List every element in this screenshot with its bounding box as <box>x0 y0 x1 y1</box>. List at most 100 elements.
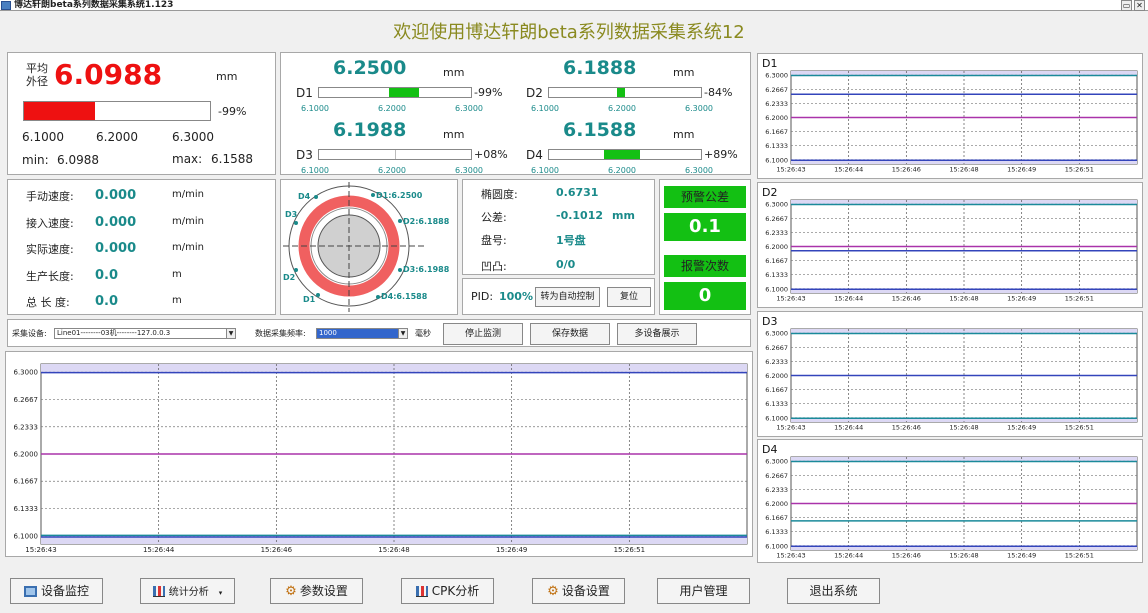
nav-button[interactable]: 设备监控 <box>10 578 103 604</box>
bottom-nav: 设备监控 统计分析 ▾ ⚙ 参数设置 CPK分析 ⚙ 设备设置 用户管理 退出系统 <box>0 568 1148 613</box>
sensor-d2-name: D2 <box>526 86 543 100</box>
ring-label-d2-value: D2:6.1888 <box>403 217 450 226</box>
y-tick-label: 6.2333 <box>765 229 788 237</box>
x-tick-label: 15:26:43 <box>25 546 56 554</box>
speed-unit: m/min <box>172 242 204 253</box>
speed-panel: 手动速度: 0.000 m/min 接入速度: 0.000 m/min 实际速度: 0.000… <box>7 179 276 315</box>
speed-label: 实际速度: <box>26 243 74 256</box>
pid-label: PID: <box>471 290 494 303</box>
x-tick-label: 15:26:49 <box>1007 424 1036 432</box>
x-tick-label: 15:26:43 <box>776 552 805 560</box>
x-tick-label: 15:26:43 <box>776 424 805 432</box>
sensor-d2-percent: -84% <box>704 86 733 99</box>
chart-title: D1 <box>762 57 777 70</box>
nav-button[interactable]: 用户管理 <box>657 578 750 604</box>
max-value: 6.1588 <box>211 152 253 166</box>
sensor-d1-tick: 6.2000 <box>378 104 406 113</box>
d1-trend-chart: 6.3000 6.2667 6.2333 6.2000 6.1667 6.1333 6.10… <box>762 57 1138 174</box>
sensor-d4-unit: mm <box>673 128 695 141</box>
avg-progress-bar <box>23 101 211 121</box>
gear-icon: ⚙ <box>285 583 297 599</box>
sensor-d4-value: 6.1588 <box>563 119 637 141</box>
y-tick-label: 6.1000 <box>765 542 788 550</box>
sensor-d1-percent: -99% <box>474 86 503 99</box>
avg-percent: -99% <box>218 105 247 118</box>
average-diameter-panel: 平均 外径 6.0988 mm -99% 6.1000 6.2000 6.300… <box>7 52 276 175</box>
sensor-panel: 6.2500 mm D1 -99% 6.1000 6.2000 6.3000 6.1888 mm… <box>280 52 751 175</box>
frequency-select[interactable]: 1000 <box>316 328 408 339</box>
speed-unit: m <box>172 295 182 306</box>
auto-control-button[interactable]: 转为自动控制 <box>535 287 600 307</box>
avg-unit: mm <box>216 70 238 83</box>
nav-button-label: CPK分析 <box>431 584 480 598</box>
nav-button[interactable]: 退出系统 <box>787 578 880 604</box>
warn-tolerance-label: 预警公差 <box>664 186 746 208</box>
speed-label: 总 长 度: <box>26 296 70 309</box>
x-tick-label: 15:26:44 <box>143 546 175 554</box>
control-row: 采集设备: Line01--------03机--------127.0.0.3… <box>7 319 751 347</box>
minimize-icon[interactable]: ▭ <box>1121 0 1132 11</box>
speed-value: 0.000 <box>95 241 137 256</box>
sensor-d3-unit: mm <box>443 128 465 141</box>
d3-trend-chart: 6.3000 6.2667 6.2333 6.2000 6.1667 6.1333 6.10… <box>762 315 1138 432</box>
speed-value: 0.000 <box>95 188 137 203</box>
y-tick-label: 6.1000 <box>765 156 788 164</box>
y-tick-label: 6.2667 <box>765 344 788 352</box>
frequency-dropdown-icon[interactable]: ▼ <box>398 329 407 338</box>
y-tick-label: 6.2000 <box>765 500 788 508</box>
ring-label-d4-value: D4:6.1588 <box>381 292 428 301</box>
x-tick-label: 15:26:44 <box>834 166 863 174</box>
reset-button[interactable]: 复位 <box>607 287 651 307</box>
y-tick-label: 6.2333 <box>765 486 788 494</box>
x-tick-label: 15:26:51 <box>1065 552 1094 560</box>
nav-button[interactable]: CPK分析 <box>401 578 494 604</box>
nav-button[interactable]: ⚙ 参数设置 <box>270 578 363 604</box>
x-tick-label: 15:26:51 <box>614 546 645 554</box>
y-tick-label: 6.1333 <box>765 271 788 279</box>
dent-value: 0/0 <box>556 258 576 271</box>
y-tick-label: 6.1333 <box>765 528 788 536</box>
alarm-count-value: 0 <box>664 282 746 310</box>
sensor-d4-tick: 6.2000 <box>608 166 636 175</box>
bar-chart-icon <box>415 586 428 597</box>
stop-monitor-button[interactable]: 停止监测 <box>443 323 523 345</box>
close-icon[interactable]: ✕ <box>1134 0 1145 11</box>
y-tick-label: 6.1333 <box>14 505 39 513</box>
avg-tick-2: 6.2000 <box>96 130 138 144</box>
nav-button[interactable]: 统计分析 ▾ <box>140 578 235 604</box>
x-tick-label: 15:26:51 <box>1065 295 1094 303</box>
sensor-d2-value: 6.1888 <box>563 57 637 79</box>
sensor-d3-percent: +08% <box>474 148 508 161</box>
frequency-unit: 毫秒 <box>415 329 431 338</box>
multi-device-button[interactable]: 多设备展示 <box>617 323 697 345</box>
alarm-panel: 预警公差 0.1 报警次数 0 <box>659 179 751 315</box>
device-dropdown-icon[interactable]: ▼ <box>226 329 235 338</box>
nav-button-label: 参数设置 <box>299 584 348 598</box>
ellipse-label: 椭圆度: <box>481 188 518 201</box>
dent-label: 凹凸: <box>481 260 507 273</box>
sensor-d4-tick: 6.3000 <box>685 166 713 175</box>
chart-title: D3 <box>762 315 777 328</box>
save-data-button[interactable]: 保存数据 <box>530 323 610 345</box>
device-select[interactable]: Line01--------03机--------127.0.0.3 <box>54 328 236 339</box>
x-tick-label: 15:26:48 <box>949 552 978 560</box>
dropdown-arrow-icon[interactable]: ▾ <box>219 589 223 597</box>
sensor-d1-unit: mm <box>443 66 465 79</box>
y-tick-label: 6.2667 <box>14 396 39 404</box>
disk-label: 盘号: <box>481 234 507 247</box>
d4-chart-panel: 6.3000 6.2667 6.2333 6.2000 6.1667 6.1333 6.10… <box>757 439 1143 563</box>
sensor-d2-unit: mm <box>673 66 695 79</box>
alarm-count-label: 报警次数 <box>664 255 746 277</box>
sensor-d3-value: 6.1988 <box>333 119 407 141</box>
d1-chart-panel: 6.3000 6.2667 6.2333 6.2000 6.1667 6.1333 6.10… <box>757 53 1143 179</box>
device-label: 采集设备: <box>12 329 47 338</box>
x-tick-label: 15:26:43 <box>776 295 805 303</box>
frequency-select-value: 1000 <box>319 329 337 337</box>
y-tick-label: 6.1000 <box>765 414 788 422</box>
app-title: 欢迎使用博达轩朗beta系列数据采集系统12 <box>393 22 745 43</box>
max-label: max: <box>172 152 203 166</box>
monitor-icon <box>23 586 37 597</box>
sensor-d1-name: D1 <box>296 86 313 100</box>
nav-button[interactable]: ⚙ 设备设置 <box>532 578 625 604</box>
d4-trend-chart: 6.3000 6.2667 6.2333 6.2000 6.1667 6.1333 6.10… <box>762 443 1138 560</box>
